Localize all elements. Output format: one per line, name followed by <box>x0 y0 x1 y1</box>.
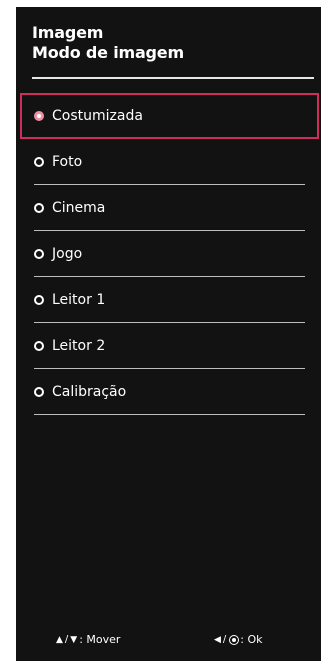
menu-subtitle: Modo de imagem <box>32 43 184 62</box>
radio-icon <box>34 341 44 351</box>
radio-icon <box>34 249 44 259</box>
radio-icon <box>34 387 44 397</box>
option-calibracao[interactable]: Calibração <box>16 369 321 415</box>
option-label: Jogo <box>52 246 83 262</box>
move-hint: ▲ / ▼ : Mover <box>56 633 120 646</box>
header: Imagem Modo de imagem <box>32 23 184 63</box>
up-arrow-icon: ▲ <box>56 634 63 645</box>
ok-button-icon <box>229 634 240 645</box>
radio-selected-icon <box>34 111 44 121</box>
option-label: Leitor 1 <box>52 292 106 308</box>
picture-mode-list: Costumizada Foto Cinema Jogo Leitor 1 Le… <box>16 93 321 415</box>
option-label: Cinema <box>52 200 106 216</box>
slash-separator: / <box>64 634 69 645</box>
option-label: Foto <box>52 154 83 170</box>
down-arrow-icon: ▼ <box>70 634 78 645</box>
radio-icon <box>34 203 44 213</box>
move-hint-label: : Mover <box>79 633 121 646</box>
option-foto[interactable]: Foto <box>16 139 321 185</box>
option-cinema[interactable]: Cinema <box>16 185 321 231</box>
option-leitor-2[interactable]: Leitor 2 <box>16 323 321 369</box>
ok-hint-label: : Ok <box>240 633 263 646</box>
option-label: Calibração <box>52 384 127 400</box>
option-label: Costumizada <box>52 108 143 124</box>
option-costumizada[interactable]: Costumizada <box>20 93 319 139</box>
slash-separator: / <box>222 634 227 645</box>
radio-icon <box>34 295 44 305</box>
option-jogo[interactable]: Jogo <box>16 231 321 277</box>
header-divider <box>32 77 314 79</box>
left-arrow-icon: ◀ <box>214 634 221 645</box>
radio-icon <box>34 157 44 167</box>
ok-hint: ◀ / : Ok <box>214 633 263 646</box>
option-leitor-1[interactable]: Leitor 1 <box>16 277 321 323</box>
option-label: Leitor 2 <box>52 338 106 354</box>
picture-mode-panel: Imagem Modo de imagem Costumizada Foto C… <box>16 7 321 661</box>
item-divider <box>34 414 305 415</box>
menu-title: Imagem <box>32 23 104 42</box>
